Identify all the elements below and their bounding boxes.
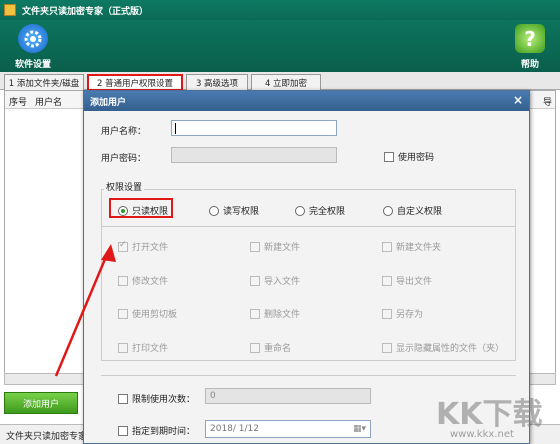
col-index[interactable]: 序号 xyxy=(9,95,27,108)
checkbox-box xyxy=(118,393,128,404)
radio-dot xyxy=(209,205,219,216)
settings-label: 软件设置 xyxy=(14,60,51,70)
username-label: 用户名称： xyxy=(101,127,147,137)
perm-new-folder[interactable]: 新建文件夹 xyxy=(382,240,441,253)
checkbox-box xyxy=(118,308,128,319)
perm-delete-file[interactable]: 删除文件 xyxy=(250,307,300,320)
dialog-title-bar: 添加用户 × xyxy=(84,91,529,111)
perm-label: 使用剪切板 xyxy=(132,310,178,320)
watermark: KK下载 www.kkx.net xyxy=(420,385,560,443)
add-user-button[interactable]: 添加用户 xyxy=(4,392,78,414)
checkbox-box xyxy=(382,308,392,319)
checkbox-box xyxy=(118,425,128,436)
status-text: 文件夹只读加密专家 xyxy=(6,432,88,442)
radio-dot xyxy=(295,205,305,216)
limit-uses-checkbox[interactable]: 限制使用次数： xyxy=(118,392,195,405)
perm-label: 新建文件夹 xyxy=(396,243,442,253)
perm-rename[interactable]: 重命名 xyxy=(250,341,291,354)
tab-label: 3 高级选项 xyxy=(195,78,239,89)
perm-open-file[interactable]: 打开文件 xyxy=(118,240,168,253)
close-icon[interactable]: × xyxy=(513,93,523,107)
tab-label: 4 立即加密 xyxy=(264,78,308,89)
radio-dot xyxy=(118,205,128,216)
checkbox-box xyxy=(382,275,392,286)
checkbox-box xyxy=(382,342,392,353)
perm-label: 打开文件 xyxy=(132,243,169,253)
expire-date-value: 2018/ 1/12 xyxy=(210,424,260,434)
radio-full[interactable]: 完全权限 xyxy=(295,204,345,217)
radio-label: 读写权限 xyxy=(223,207,260,217)
text-cursor xyxy=(175,123,176,134)
perm-modify-file[interactable]: 修改文件 xyxy=(118,274,168,287)
checkbox-box xyxy=(250,342,260,353)
tab-add-folder[interactable]: 1 添加文件夹/磁盘 xyxy=(4,74,84,90)
title-bar: 文件夹只读加密专家（正式版） xyxy=(0,0,560,20)
use-password-label: 使用密码 xyxy=(398,153,435,163)
password-label: 用户密码： xyxy=(101,154,147,164)
checkbox-box xyxy=(382,241,392,252)
perm-save-as[interactable]: 另存为 xyxy=(382,307,423,320)
expire-date-checkbox[interactable]: 指定到期时间： xyxy=(118,424,195,437)
limit-uses-label: 限制使用次数： xyxy=(132,395,196,405)
watermark-logo-text: KK下载 xyxy=(436,397,543,432)
checkbox-box xyxy=(250,308,260,319)
perm-new-file[interactable]: 新建文件 xyxy=(250,240,300,253)
password-input[interactable] xyxy=(171,147,337,163)
tab-user-permissions[interactable]: 2 普通用户权限设置 xyxy=(87,74,183,91)
perm-label: 另存为 xyxy=(396,310,424,320)
radio-label: 完全权限 xyxy=(309,207,346,217)
app-icon xyxy=(4,4,16,16)
perm-export-file[interactable]: 导出文件 xyxy=(382,274,432,287)
question-icon: ? xyxy=(515,24,545,53)
radio-label: 自定义权限 xyxy=(397,207,443,217)
tab-advanced[interactable]: 3 高级选项 xyxy=(186,74,248,90)
toolbar: 软件设置 ? 帮助 xyxy=(0,20,560,72)
checkbox-box xyxy=(250,275,260,286)
perm-label: 导出文件 xyxy=(396,277,433,287)
perm-label: 新建文件 xyxy=(264,243,301,253)
radio-readonly[interactable]: 只读权限 xyxy=(118,204,168,217)
checkbox-box xyxy=(118,275,128,286)
radio-dot xyxy=(383,205,393,216)
radio-custom[interactable]: 自定义权限 xyxy=(383,204,442,217)
perm-import-file[interactable]: 导入文件 xyxy=(250,274,300,287)
tab-bar: 1 添加文件夹/磁盘 2 普通用户权限设置 3 高级选项 4 立即加密 xyxy=(0,72,560,91)
limit-uses-input[interactable]: 0 xyxy=(205,388,371,404)
permission-group-title: 权限设置 xyxy=(104,180,145,193)
tab-encrypt-now[interactable]: 4 立即加密 xyxy=(251,74,321,90)
gear-icon xyxy=(18,24,48,53)
radio-label: 只读权限 xyxy=(132,207,169,217)
checkbox-box xyxy=(118,240,128,252)
tab-label: 2 普通用户权限设置 xyxy=(96,78,174,89)
use-password-checkbox[interactable]: 使用密码 xyxy=(384,150,434,163)
expire-date-picker[interactable]: 2018/ 1/12 ▦▾ xyxy=(205,420,371,438)
checkbox-box xyxy=(118,342,128,353)
expire-date-label: 指定到期时间： xyxy=(132,427,196,437)
col-export[interactable]: 导 xyxy=(543,95,552,108)
perm-clipboard[interactable]: 使用剪切板 xyxy=(118,307,177,320)
perm-label: 重命名 xyxy=(264,344,292,354)
perm-label: 修改文件 xyxy=(132,277,169,287)
perm-print-file[interactable]: 打印文件 xyxy=(118,341,168,354)
divider xyxy=(101,375,516,376)
help-button[interactable]: ? 帮助 xyxy=(505,22,555,70)
username-input[interactable] xyxy=(171,120,337,136)
col-username[interactable]: 用户名 xyxy=(35,95,62,108)
perm-label: 删除文件 xyxy=(264,310,301,320)
perm-show-hidden[interactable]: 显示隐藏属性的文件（夹） xyxy=(382,341,504,354)
radio-readwrite[interactable]: 读写权限 xyxy=(209,204,259,217)
help-label: 帮助 xyxy=(520,60,539,70)
checkbox-box xyxy=(384,151,394,162)
calendar-icon[interactable]: ▦▾ xyxy=(353,424,366,434)
dialog-title: 添加用户 xyxy=(90,97,127,108)
watermark-url: www.kkx.net xyxy=(450,429,514,440)
tab-label: 1 添加文件夹/磁盘 xyxy=(8,78,80,89)
divider xyxy=(102,226,515,227)
perm-label: 打印文件 xyxy=(132,344,169,354)
checkbox-box xyxy=(250,241,260,252)
perm-label: 显示隐藏属性的文件（夹） xyxy=(396,344,505,354)
window-title: 文件夹只读加密专家（正式版） xyxy=(22,6,149,17)
perm-label: 导入文件 xyxy=(264,277,301,287)
settings-button[interactable]: 软件设置 xyxy=(8,22,58,70)
